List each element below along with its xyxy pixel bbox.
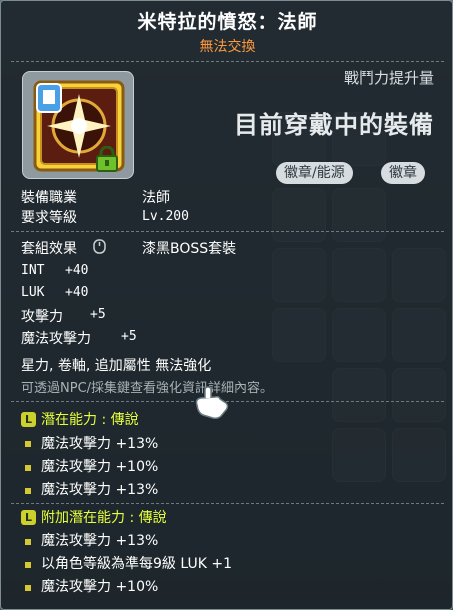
potential-title: 潛在能力 : 傳說 xyxy=(41,412,139,428)
stat-value: +5 xyxy=(121,329,137,344)
set-effect-value: 漆黑BOSS套裝 xyxy=(142,241,237,257)
potential-line: 魔法攻擊力 +10% xyxy=(41,459,159,475)
bullet-icon xyxy=(25,585,31,591)
level-value: Lv.200 xyxy=(142,209,189,224)
equipped-label: 目前穿戴中的裝備 xyxy=(234,111,434,139)
set-info-icon[interactable] xyxy=(93,239,106,254)
bonus-potential-title: 附加潛在能力 : 傳說 xyxy=(41,510,167,526)
stat-name: 攻擊力 xyxy=(21,309,63,325)
item-tooltip: 米特拉的憤怒：法師 無法交換 戰鬥力提升量 目前穿戴中的裝備 徽章/能源 徽章 … xyxy=(0,0,453,610)
bullet-icon xyxy=(25,539,31,545)
tag-badge: 徽章 xyxy=(381,162,425,184)
job-label: 裝備職業 xyxy=(21,190,77,206)
job-value: 法師 xyxy=(142,190,170,206)
enhance-restrictions: 星力, 卷軸, 追加屬性 無法強化 xyxy=(21,358,212,374)
stat-name: INT xyxy=(21,263,45,278)
bullet-icon xyxy=(25,465,31,471)
hand-pointer-icon xyxy=(195,386,229,419)
item-title: 米特拉的憤怒：法師 xyxy=(137,11,318,33)
stat-value: +40 xyxy=(65,263,89,278)
padlock-icon xyxy=(96,146,118,172)
legendary-grade-icon: L xyxy=(21,412,36,427)
legendary-grade-icon: L xyxy=(21,510,36,525)
stat-value: +5 xyxy=(90,307,106,322)
set-effect-label: 套組效果 xyxy=(21,241,77,257)
level-label: 要求等級 xyxy=(21,210,77,226)
stat-name: 魔法攻擊力 xyxy=(21,331,91,347)
power-up-label: 戰鬥力提升量 xyxy=(343,69,434,87)
divider xyxy=(11,503,444,504)
potential-line: 魔法攻擊力 +13% xyxy=(41,482,159,498)
tag-badge-energy: 徽章/能源 xyxy=(276,162,353,184)
bonus-potential-line: 以角色等級為準每9級 LUK +1 xyxy=(41,556,232,572)
trade-status: 無法交換 xyxy=(199,39,256,55)
item-icon-frame xyxy=(22,71,134,179)
bullet-icon xyxy=(25,562,31,568)
potential-line: 魔法攻擊力 +13% xyxy=(41,436,159,452)
bullet-icon xyxy=(25,488,31,494)
bonus-potential-line: 魔法攻擊力 +10% xyxy=(41,579,159,595)
divider xyxy=(11,61,444,62)
divider xyxy=(11,231,444,232)
enhance-hint: 可透過NPC/採集鍵查看強化資訊詳細內容。 xyxy=(21,381,274,396)
stat-name: LUK xyxy=(21,285,45,300)
bullet-icon xyxy=(25,441,31,447)
bonus-potential-line: 魔法攻擊力 +13% xyxy=(41,533,159,549)
stat-value: +40 xyxy=(65,285,89,300)
